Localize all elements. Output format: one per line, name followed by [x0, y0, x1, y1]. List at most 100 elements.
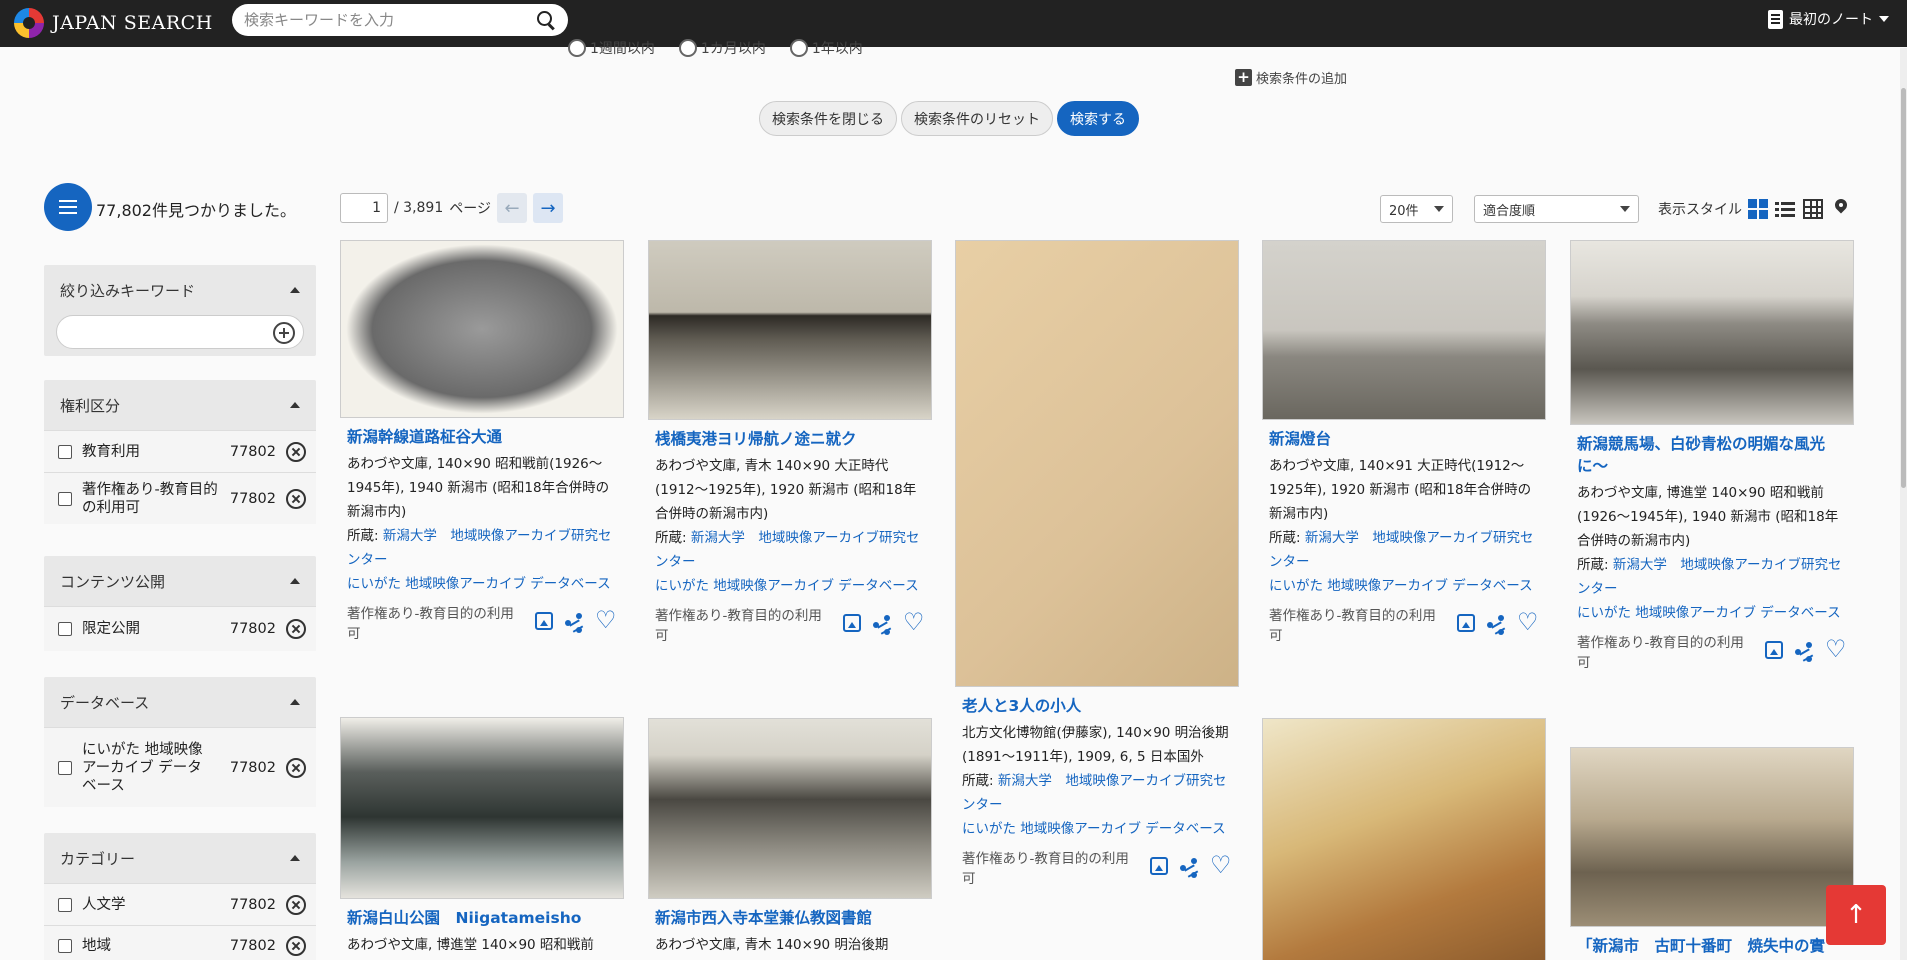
panel-header[interactable]: データベース [44, 677, 316, 727]
facet-item[interactable]: 著作権あり-教育目的の利用可 77802 [44, 472, 316, 524]
share-icon[interactable] [1485, 614, 1507, 636]
card-thumbnail[interactable] [340, 240, 624, 418]
search-button[interactable]: 検索する [1057, 101, 1139, 136]
prev-page-button[interactable]: ← [496, 193, 527, 223]
add-condition-link[interactable]: + 検索条件の追加 [1235, 68, 1347, 87]
remove-icon[interactable] [286, 935, 306, 956]
checkbox[interactable] [58, 897, 72, 912]
per-page-select[interactable]: 20件 [1380, 195, 1453, 223]
result-card[interactable]: 新潟幹線道路柾谷大通 あわづや文庫, 140×90 昭和戦前(1926〜1945… [340, 240, 624, 644]
list-view-icon[interactable] [1775, 199, 1795, 219]
share-icon[interactable] [563, 612, 585, 634]
card-title[interactable]: 新潟競馬場、白砂青松の明媚な風光に〜 [1577, 433, 1847, 477]
facet-item[interactable]: 人文学 77802 [44, 883, 316, 925]
card-title[interactable]: 桟橋夷港ヨリ帰航ノ途ニ就ク [655, 428, 925, 450]
facet-item[interactable]: にいがた 地域映像アーカイブ データベース 77802 [44, 727, 316, 807]
result-card[interactable]: 「新潟市 古町十番町 焼失中の實 [1570, 747, 1854, 960]
facet-item[interactable]: 限定公開 77802 [44, 606, 316, 651]
database-link[interactable]: にいがた 地域映像アーカイブ データベース [347, 572, 617, 596]
keyword-input[interactable] [56, 315, 304, 349]
remove-icon[interactable] [286, 894, 306, 915]
result-card[interactable]: 桟橋夷港ヨリ帰航ノ途ニ就ク あわづや文庫, 青木 140×90 大正時代(191… [648, 240, 932, 646]
card-title[interactable]: 老人と3人の小人 [962, 695, 1232, 717]
owner-link[interactable]: 新潟大学 地域映像アーカイブ研究センター [1577, 557, 1842, 597]
favorite-icon[interactable] [1825, 635, 1847, 663]
image-viewer-icon[interactable] [1150, 857, 1168, 875]
share-icon[interactable] [871, 614, 893, 636]
result-card[interactable]: 新潟競馬場、白砂青松の明媚な風光に〜 あわづや文庫, 博進堂 140×90 昭和… [1570, 240, 1854, 673]
share-icon[interactable] [1178, 857, 1200, 879]
favorite-icon[interactable] [595, 606, 617, 634]
close-conditions-button[interactable]: 検索条件を閉じる [759, 101, 897, 136]
next-page-button[interactable]: → [532, 193, 563, 223]
vertical-scrollbar[interactable] [1900, 48, 1907, 960]
period-option[interactable]: 1週間以内 [568, 38, 655, 58]
favorite-icon[interactable] [1517, 608, 1539, 636]
add-keyword-icon[interactable] [273, 322, 295, 344]
result-card[interactable]: 新潟白山公園 Niigatameisho あわづや文庫, 博進堂 140×90 … [340, 717, 624, 957]
database-link[interactable]: にいがた 地域映像アーカイブ データベース [962, 817, 1232, 841]
search-input[interactable] [244, 11, 536, 29]
panel-header[interactable]: コンテンツ公開 [44, 556, 316, 606]
site-logo[interactable]: JAPAN SEARCH [14, 8, 213, 38]
result-card[interactable]: 老人と3人の小人 北方文化博物館(伊藤家), 140×90 明治後期(1891〜… [955, 240, 1239, 889]
card-meta: あわづや文庫, 博進堂 140×90 昭和戦前(1926〜1945年), 194… [1577, 485, 1839, 549]
share-icon[interactable] [1793, 641, 1815, 663]
owner-link[interactable]: 新潟大学 地域映像アーカイブ研究センター [655, 530, 920, 570]
image-viewer-icon[interactable] [843, 614, 861, 632]
grid-view-icon[interactable] [1748, 199, 1768, 219]
table-view-icon[interactable] [1803, 199, 1823, 219]
result-card[interactable]: 新潟燈台 あわづや文庫, 140×91 大正時代(1912〜1925年), 19… [1262, 240, 1546, 646]
card-thumbnail[interactable] [648, 718, 932, 899]
card-thumbnail[interactable] [1570, 240, 1854, 425]
card-title[interactable]: 新潟幹線道路柾谷大通 [347, 426, 617, 448]
facet-item[interactable]: 教育利用 77802 [44, 430, 316, 472]
remove-icon[interactable] [286, 619, 306, 639]
card-title[interactable]: 「新潟市 古町十番町 焼失中の實 [1577, 935, 1847, 957]
menu-icon[interactable] [44, 183, 92, 231]
card-thumbnail[interactable] [1262, 240, 1546, 420]
map-view-icon[interactable] [1831, 199, 1851, 219]
favorite-icon[interactable] [1210, 851, 1232, 879]
result-card[interactable]: 新潟市西入寺本堂兼仏教図書館 あわづや文庫, 青木 140×90 明治後期 [648, 718, 932, 957]
card-thumbnail[interactable] [1262, 718, 1546, 960]
checkbox[interactable] [58, 760, 72, 775]
checkbox[interactable] [58, 491, 72, 506]
database-link[interactable]: にいがた 地域映像アーカイブ データベース [1269, 574, 1539, 598]
sort-select[interactable]: 適合度順 [1474, 195, 1639, 223]
remove-icon[interactable] [286, 488, 306, 509]
database-link[interactable]: にいがた 地域映像アーカイブ データベース [655, 574, 925, 598]
facet-item[interactable]: 地域 77802 [44, 925, 316, 960]
card-thumbnail[interactable] [955, 240, 1239, 687]
reset-conditions-button[interactable]: 検索条件のリセット [901, 101, 1053, 136]
page-number-input[interactable]: 1 [340, 193, 388, 223]
panel-header[interactable]: カテゴリー [44, 833, 316, 883]
owner-link[interactable]: 新潟大学 地域映像アーカイブ研究センター [1269, 530, 1534, 570]
image-viewer-icon[interactable] [1457, 614, 1475, 632]
notebook-menu[interactable]: 最初のノート [1768, 9, 1889, 29]
card-thumbnail[interactable] [340, 717, 624, 899]
panel-header[interactable]: 絞り込みキーワード [44, 265, 316, 315]
card-thumbnail[interactable] [648, 240, 932, 420]
card-thumbnail[interactable] [1570, 747, 1854, 927]
remove-icon[interactable] [286, 757, 306, 778]
card-title[interactable]: 新潟燈台 [1269, 428, 1539, 450]
owner-link[interactable]: 新潟大学 地域映像アーカイブ研究センター [347, 528, 612, 568]
checkbox[interactable] [58, 938, 72, 953]
search-icon[interactable] [536, 10, 556, 30]
card-title[interactable]: 新潟白山公園 Niigatameisho [347, 907, 617, 929]
card-title[interactable]: 新潟市西入寺本堂兼仏教図書館 [655, 907, 925, 929]
scroll-to-top-button[interactable]: ↑ [1826, 885, 1886, 945]
remove-icon[interactable] [286, 441, 306, 462]
period-option[interactable]: 1年以内 [789, 38, 863, 58]
favorite-icon[interactable] [903, 608, 925, 636]
result-card[interactable] [1262, 718, 1546, 960]
checkbox[interactable] [58, 622, 72, 636]
owner-link[interactable]: 新潟大学 地域映像アーカイブ研究センター [962, 773, 1227, 813]
panel-header[interactable]: 権利区分 [44, 380, 316, 430]
checkbox[interactable] [58, 444, 72, 459]
period-option[interactable]: 1カ月以内 [678, 38, 766, 58]
image-viewer-icon[interactable] [1765, 641, 1783, 659]
database-link[interactable]: にいがた 地域映像アーカイブ データベース [1577, 601, 1847, 625]
image-viewer-icon[interactable] [535, 612, 553, 630]
